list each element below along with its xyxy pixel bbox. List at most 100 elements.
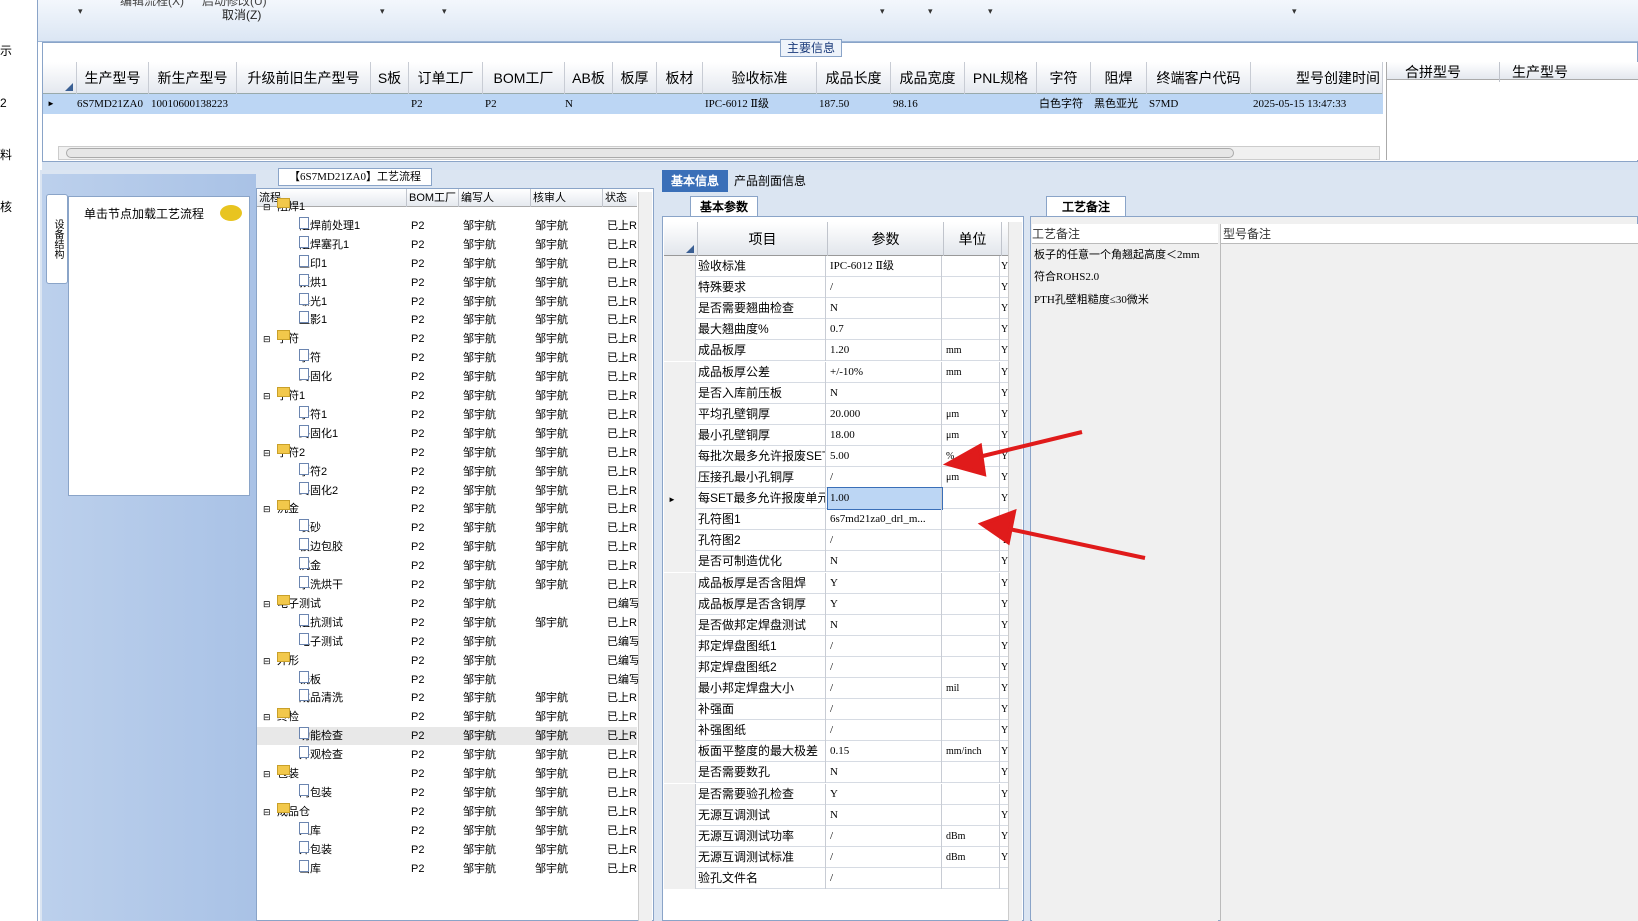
param-value[interactable]: 6s7md21za0_drl_m... [828, 509, 942, 531]
param-row[interactable]: 是否做邦定焊盘测试 N Y [664, 614, 1009, 636]
tab-basic-params[interactable]: 基本参数 [690, 196, 758, 216]
param-row[interactable]: 成品板厚是否含铜厚 Y Y [664, 593, 1009, 615]
column-header[interactable]: 新生产型号 [149, 62, 237, 94]
param-value[interactable]: 5.00 [828, 445, 942, 467]
column-header[interactable]: 订单工厂 [409, 62, 483, 94]
row-header[interactable] [664, 382, 696, 404]
param-value[interactable]: N [828, 298, 942, 320]
cancel-button[interactable]: 取消(Z) [222, 6, 261, 23]
flow-row[interactable]: 功能检查 P2 邹宇航 邹宇航 已上R [257, 727, 637, 746]
param-row[interactable]: 邦定焊盘图纸2/Y [664, 656, 1009, 678]
param-row[interactable]: 孔符图1 6s7md21za0_drl_m... Y [664, 509, 1009, 531]
collapse-icon[interactable]: ⊟ [263, 330, 271, 348]
param-row[interactable]: 无源互调测试标准 / dBm Y [664, 846, 1009, 868]
flow-row[interactable]: ⊟ 成品仓 P2 邹宇航 邹宇航 已上R [257, 802, 637, 821]
column-header[interactable]: 字符 [1037, 62, 1091, 94]
row-header[interactable] [664, 467, 696, 488]
param-row[interactable]: 无源互调测试功率 / dBm Y [664, 825, 1009, 847]
row-header[interactable] [664, 635, 696, 657]
param-row[interactable]: 最小孔壁铜厚 18.00 μm Y [664, 424, 1009, 446]
vertical-scrollbar[interactable] [1008, 222, 1022, 921]
param-row[interactable]: 特殊要求 / Y [664, 277, 1009, 299]
flow-row[interactable]: ⊟ 字符2 P2 邹宇航 邹宇航 已上R [257, 443, 637, 462]
param-row[interactable]: 成品板厚是否含阻焊 Y Y [664, 572, 1009, 594]
chevron-down-icon[interactable]: ▾ [988, 6, 993, 17]
collapse-icon[interactable]: ⊟ [263, 652, 271, 670]
left-nav-item[interactable]: 2 [0, 96, 7, 110]
row-header[interactable] [664, 656, 696, 678]
table-cell[interactable]: IPC-6012 Ⅱ级 [705, 94, 769, 114]
flow-row[interactable]: ⊟ 电子测试 P2 邹宇航 已编写 [257, 594, 640, 613]
row-header[interactable] [664, 403, 696, 425]
param-value[interactable]: IPC-6012 Ⅱ级 [828, 256, 942, 277]
tab-product-profile[interactable]: 产品剖面信息 [734, 170, 806, 192]
flow-row[interactable]: 外包装 P2 邹宇航 邹宇航 已上R [257, 840, 637, 859]
column-header[interactable]: 验收标准 [703, 62, 817, 94]
column-header[interactable]: 阻焊 [1091, 62, 1147, 94]
chevron-down-icon[interactable]: ▾ [380, 6, 385, 17]
param-value[interactable]: +/-10% [828, 361, 942, 383]
flow-row[interactable]: 成品清洗 P2 邹宇航 邹宇航 已上R [257, 689, 637, 707]
collapse-icon[interactable]: ⊟ [263, 708, 271, 726]
table-cell[interactable]: S7MD [1149, 94, 1178, 114]
row-header[interactable] [664, 678, 696, 699]
flow-row[interactable]: 曝光1 P2 邹宇航 邹宇航 已上R [257, 292, 637, 311]
row-header[interactable] [664, 319, 696, 341]
param-value[interactable]: / [828, 825, 942, 847]
tab-basic-info[interactable]: 基本信息 [662, 170, 728, 192]
flow-row[interactable]: ⊟ 沉金 P2 邹宇航 邹宇航 已上R [257, 500, 637, 518]
table-cell[interactable]: 98.16 [893, 94, 918, 114]
param-value[interactable]: / [828, 678, 942, 699]
flow-row[interactable]: 喷砂 P2 邹宇航 邹宇航 已上R [257, 519, 637, 537]
param-row[interactable]: 每批次最多允许报废SET 5.00% Y [664, 445, 1009, 467]
param-row[interactable]: 是否需要数孔 N Y [664, 762, 1009, 784]
table-cell[interactable]: N [565, 94, 573, 114]
param-row[interactable]: 板面平整度的最大极差 0.15 mm/inch Y [664, 741, 1009, 763]
flow-row[interactable]: 字符 P2 邹宇航 邹宇航 已上R [257, 349, 637, 367]
param-row[interactable]: 补强面 / Y [664, 699, 1009, 721]
param-value[interactable]: N [828, 614, 942, 636]
param-row[interactable]: 是否入库前压板 N Y [664, 382, 1009, 404]
flow-row[interactable]: 内包装 P2 邹宇航 邹宇航 已上R [257, 783, 637, 802]
param-value[interactable]: / [828, 720, 942, 742]
table-cell[interactable]: 白色字符 [1039, 94, 1083, 114]
param-value[interactable]: 18.00 [828, 424, 942, 446]
param-row[interactable]: 平均孔壁铜厚 20.000 μm Y [664, 403, 1009, 425]
collapse-icon[interactable]: ⊟ [263, 198, 271, 216]
column-header[interactable]: 板材 [657, 62, 703, 94]
column-header[interactable]: 成品长度 [817, 62, 891, 94]
column-header[interactable]: S板 [371, 62, 409, 94]
row-header[interactable] [664, 846, 696, 868]
table-cell[interactable]: 2025-05-15 13:47:33 [1253, 94, 1346, 114]
column-header[interactable]: 成品宽度 [891, 62, 965, 94]
param-row[interactable]: 是否需要验孔检查 Y Y [664, 783, 1009, 805]
flow-row[interactable]: ⊟ 阻焊1 [257, 198, 637, 216]
column-header[interactable]: AB板 [565, 62, 613, 94]
param-value[interactable]: / [828, 530, 942, 552]
flow-row[interactable]: 阻焊塞孔1 P2 邹宇航 邹宇航 已上R [257, 235, 637, 254]
row-header[interactable] [664, 277, 696, 299]
flow-row[interactable]: 丝印1 P2 邹宇航 邹宇航 已上R [257, 254, 637, 273]
flow-row[interactable]: ⊟ 包装 P2 邹宇航 邹宇航 已上R [257, 765, 637, 783]
param-value[interactable]: / [828, 467, 942, 488]
collapse-icon[interactable]: ⊟ [263, 803, 271, 821]
table-cell[interactable]: 黑色亚光 [1094, 94, 1138, 114]
column-header[interactable]: 生产型号 [1499, 62, 1568, 82]
flow-row[interactable]: 铣板 P2 邹宇航 已编写 [257, 670, 640, 689]
collapse-icon[interactable]: ⊟ [263, 500, 271, 518]
flow-row[interactable]: 阻焊前处理1 P2 邹宇航 邹宇航 已上R [257, 216, 637, 235]
param-row[interactable]: 孔符图2/Y [664, 530, 1009, 552]
flow-row[interactable]: 电子测试 P2 邹宇航 已编写 [257, 632, 640, 651]
param-value[interactable]: / [828, 867, 942, 889]
param-value[interactable]: / [828, 277, 942, 299]
flow-row[interactable]: ⊟ 外形 P2 邹宇航 已编写 [257, 651, 640, 670]
left-nav-item[interactable]: 核 [0, 198, 12, 215]
table-row[interactable]: ► 6S7MD21ZA0 10010600138223 P2 P2 N IPC-… [43, 94, 1383, 114]
flow-row[interactable]: 显影1 P2 邹宇航 邹宇航 已上R [257, 311, 637, 329]
param-value[interactable]: 1.20 [828, 340, 942, 362]
param-value[interactable]: N [828, 382, 942, 404]
flow-row[interactable]: 终固化1 P2 邹宇航 邹宇航 已上R [257, 424, 637, 443]
row-header[interactable] [664, 530, 696, 552]
row-header[interactable] [664, 256, 696, 277]
row-header[interactable] [664, 593, 696, 615]
